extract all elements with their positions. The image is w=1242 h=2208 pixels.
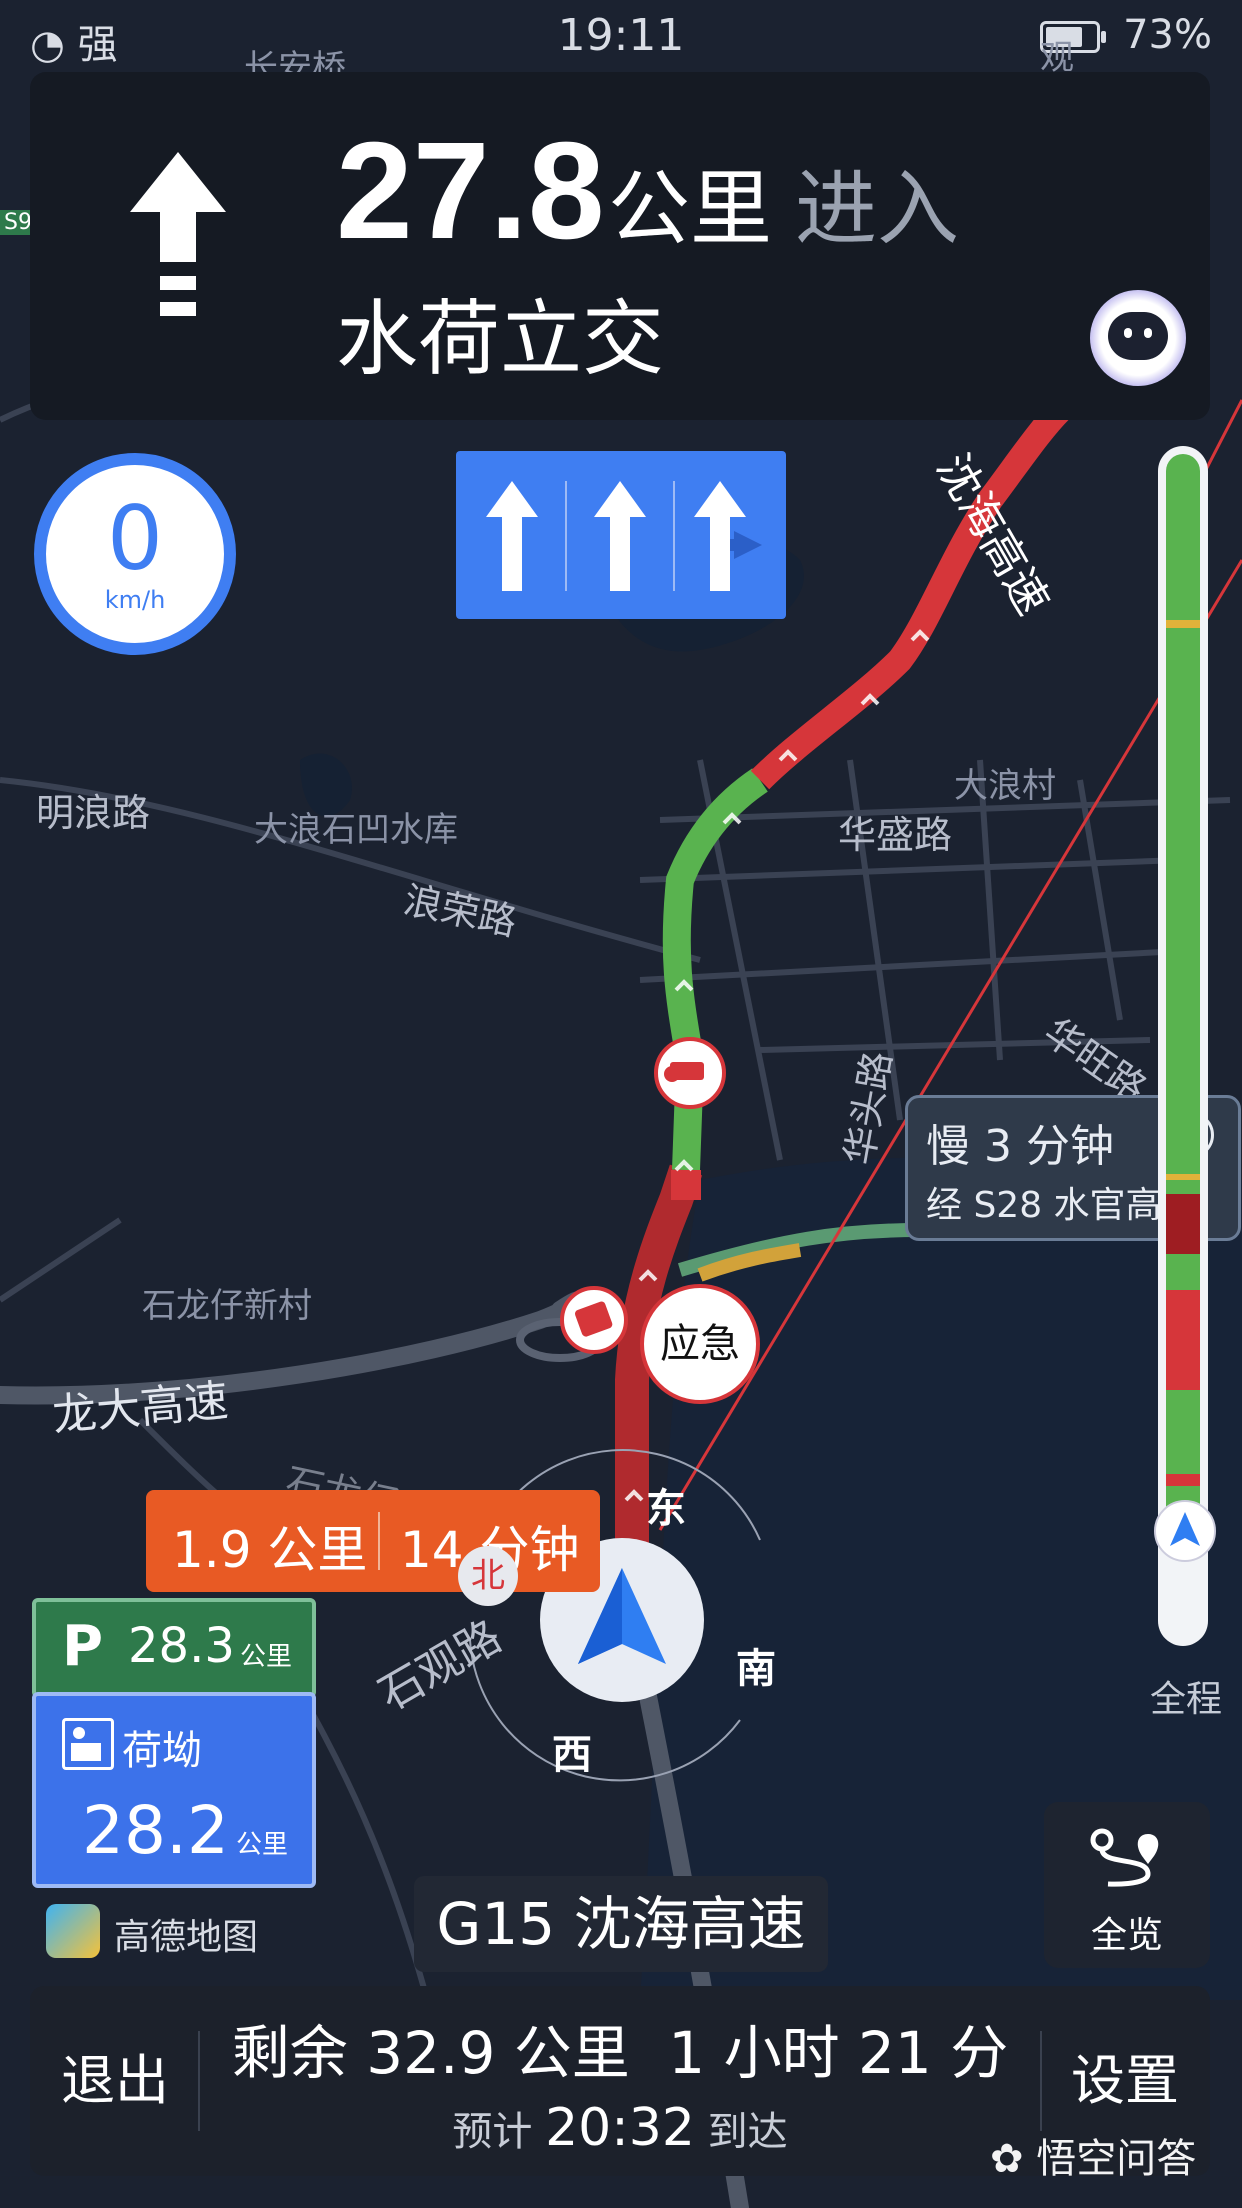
watermark-text: 悟空问答 xyxy=(1036,2136,1197,2182)
overview-label: 全览 xyxy=(1090,1915,1163,1956)
parking-service-card[interactable]: P 28.3 公里 xyxy=(32,1598,316,1698)
incident-icon[interactable] xyxy=(560,1286,628,1354)
speedometer: 0 km/h xyxy=(34,453,236,655)
congestion-segment-pill[interactable]: 1.9 公里 14 分钟 xyxy=(146,1490,600,1592)
lane-arrows-icon xyxy=(486,481,762,591)
amap-logo-icon xyxy=(46,1904,100,1958)
north-badge[interactable]: 北 xyxy=(458,1546,518,1606)
service-area-card[interactable]: 荷坳 28.2 公里 xyxy=(32,1692,316,1888)
wukong-watermark: ✿ 悟空问答 xyxy=(990,2126,1196,2184)
service-area-name: 荷坳 xyxy=(122,1728,202,1774)
route-overview-icon xyxy=(1090,1828,1159,1887)
map-label-dalangshiaoshuiku: 大浪石凹水库 xyxy=(254,810,458,850)
segment-distance: 1.9 公里 xyxy=(172,1521,368,1579)
speed-value: 0 xyxy=(107,487,163,590)
alt-route-via: 经 S28 水官高速 xyxy=(926,1185,1198,1226)
battery-percent: 73% xyxy=(1123,12,1212,58)
map-label-huashenglu: 华盛路 xyxy=(838,813,953,857)
speed-unit: km/h xyxy=(104,586,166,614)
guidance-unit: 公里 xyxy=(608,162,773,257)
straight-arrow-icon xyxy=(130,152,226,316)
parking-icon: P xyxy=(62,1614,104,1679)
map-label-shilongzaixincun: 石龙仔新村 xyxy=(142,1286,312,1326)
map-label-dalangcun: 大浪村 xyxy=(954,766,1056,806)
turn-guidance-panel[interactable]: 27.8 公里 进入 水荷立交 xyxy=(30,72,1210,420)
eta-time: 20:32 xyxy=(545,2098,695,2158)
amap-brand-text: 高德地图 xyxy=(114,1917,259,1958)
compass-east: 东 xyxy=(646,1486,686,1532)
guidance-action: 进入 xyxy=(795,162,960,257)
alt-route-delay: 慢 3 分钟 xyxy=(926,1121,1114,1172)
voice-assistant-icon[interactable] xyxy=(1090,290,1186,386)
remaining-prefix: 剩余 xyxy=(231,2019,348,2087)
eta-prefix: 预计 xyxy=(452,2109,533,2155)
service-area-unit: 公里 xyxy=(236,1830,289,1860)
full-route-label: 全程 xyxy=(1150,1679,1223,1720)
remaining-time: 1 小时 21 分 xyxy=(668,2019,1009,2087)
service-area-icon xyxy=(62,1718,114,1770)
map-label-minglanglu: 明浪路 xyxy=(36,791,151,835)
speed-camera-icon[interactable] xyxy=(654,1037,726,1109)
progress-car-icon xyxy=(1154,1500,1216,1562)
guidance-road: 水荷立交 xyxy=(336,292,665,387)
remaining-unit: 公里 xyxy=(513,2019,630,2087)
lane-guidance xyxy=(456,451,786,619)
compass-south: 南 xyxy=(736,1646,776,1692)
parking-unit: 公里 xyxy=(240,1642,293,1672)
parking-distance: 28.3 xyxy=(128,1618,235,1674)
overview-button[interactable]: 全览 xyxy=(1044,1802,1210,1968)
service-area-distance: 28.2 xyxy=(82,1792,229,1869)
current-road-name: G15 沈海高速 xyxy=(414,1876,828,1972)
emergency-lane-marker[interactable]: 应急 xyxy=(640,1284,760,1404)
compass-west: 西 xyxy=(552,1732,592,1778)
watermark-icon: ✿ xyxy=(990,2136,1024,2182)
remaining-distance: 32.9 xyxy=(366,2019,496,2087)
eta-suffix: 到达 xyxy=(707,2109,788,2155)
route-progress-bar[interactable] xyxy=(1154,446,1216,1646)
guidance-distance: 27.8 xyxy=(336,114,605,268)
remaining-summary: 剩余 32.9 公里 1 小时 21 分 xyxy=(30,2006,1210,2090)
